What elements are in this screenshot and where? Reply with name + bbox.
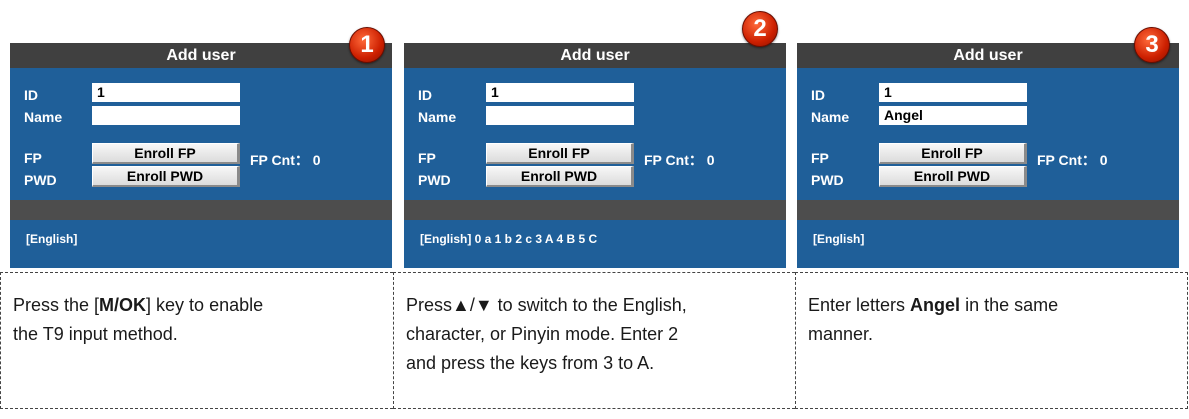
fp-label: FP — [811, 150, 829, 166]
enroll-pwd-button[interactable]: Enroll PWD — [879, 166, 1027, 187]
step-1-badge: 1 — [349, 27, 385, 63]
name-label: Name — [418, 109, 457, 125]
caption-text: ] key to enable — [146, 295, 264, 315]
step-3-badge: 3 — [1134, 27, 1170, 63]
caption-line: and press the keys from 3 to A. — [406, 353, 655, 373]
divider-bar — [10, 200, 392, 220]
screen-title: Add user — [404, 43, 786, 68]
id-field[interactable]: 1 — [879, 83, 1027, 102]
name-field[interactable] — [92, 106, 240, 125]
caption-line: Enter letters Angel in the same — [808, 291, 1187, 320]
step-2-badge: 2 — [742, 11, 778, 47]
divider-bar — [404, 200, 786, 220]
caption-step-1: Press the [M/OK] key to enable the T9 in… — [0, 272, 393, 409]
id-label: ID — [24, 87, 38, 103]
id-field[interactable]: 1 — [92, 83, 240, 102]
entered-name: Angel — [910, 295, 961, 315]
id-label: ID — [418, 87, 432, 103]
input-method-status: [English] — [26, 232, 78, 246]
add-user-screen-3: Add user ID 1 Name Angel FP Enroll FP FP… — [797, 43, 1179, 268]
id-label: ID — [811, 87, 825, 103]
input-method-status: [English] 0 a 1 b 2 c 3 A 4 B 5 C — [420, 232, 598, 246]
fp-count: FP Cnt： 0 — [250, 152, 321, 168]
fp-label: FP — [418, 150, 436, 166]
caption-text: Press the [ — [13, 295, 100, 315]
add-user-screen-2: Add user ID 1 Name FP Enroll FP FP Cnt： … — [404, 43, 786, 268]
input-method-status: [English] — [813, 232, 865, 246]
enroll-pwd-button[interactable]: Enroll PWD — [92, 166, 240, 187]
caption-line: character, or Pinyin mode. Enter 2 — [406, 324, 679, 344]
enroll-pwd-button[interactable]: Enroll PWD — [486, 166, 634, 187]
caption-step-2: Press▲/▼ to switch to the English, chara… — [393, 272, 795, 409]
caption-line: Press the [M/OK] key to enable — [13, 291, 393, 320]
key-name: M/OK — [99, 295, 147, 315]
name-label: Name — [24, 109, 63, 125]
enroll-fp-button[interactable]: Enroll FP — [486, 143, 634, 164]
name-field[interactable] — [486, 106, 634, 125]
pwd-label: PWD — [811, 172, 844, 188]
caption-step-3: Enter letters Angel in the same manner. — [795, 272, 1188, 409]
divider-bar — [797, 200, 1179, 220]
enroll-fp-button[interactable]: Enroll FP — [92, 143, 240, 164]
name-label: Name — [811, 109, 850, 125]
pwd-label: PWD — [24, 172, 57, 188]
caption-line: Press▲/▼ to switch to the English, — [406, 295, 687, 315]
enroll-fp-button[interactable]: Enroll FP — [879, 143, 1027, 164]
name-field[interactable]: Angel — [879, 106, 1027, 125]
caption-line: manner. — [808, 324, 874, 344]
fp-label: FP — [24, 150, 42, 166]
screen-title: Add user — [10, 43, 392, 68]
screen-title: Add user — [797, 43, 1179, 68]
caption-line: the T9 input method. — [13, 324, 178, 344]
id-field[interactable]: 1 — [486, 83, 634, 102]
caption-text: Enter letters — [808, 295, 911, 315]
pwd-label: PWD — [418, 172, 451, 188]
add-user-screen-1: Add user ID 1 Name FP Enroll FP FP Cnt： … — [10, 43, 392, 268]
caption-text: in the same — [960, 295, 1059, 315]
fp-count: FP Cnt： 0 — [1037, 152, 1108, 168]
fp-count: FP Cnt： 0 — [644, 152, 715, 168]
